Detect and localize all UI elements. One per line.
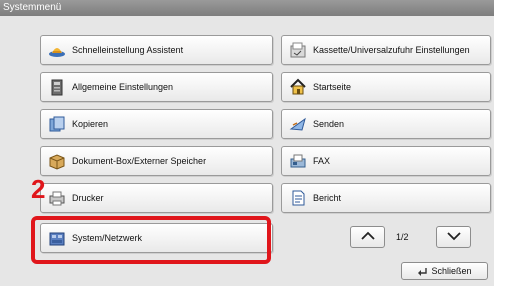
menu-button-label: Dokument-Box/Externer Speicher <box>72 156 207 166</box>
menu-button-send[interactable]: Senden <box>281 109 491 139</box>
home-icon <box>289 78 307 96</box>
menu-button-label: Kopieren <box>72 119 109 129</box>
window-title: Systemmenü <box>0 0 494 16</box>
chevron-down-icon <box>446 228 462 246</box>
report-icon <box>289 189 307 207</box>
menu-button-label: Allgemeine Einstellungen <box>72 82 174 92</box>
close-button-label: Schließen <box>431 266 472 276</box>
send-icon <box>289 115 307 133</box>
menu-button-document-box[interactable]: Dokument-Box/Externer Speicher <box>40 146 273 176</box>
menu-button-label: Senden <box>313 119 345 129</box>
close-button[interactable]: Schließen <box>401 262 488 280</box>
step-number: 2 <box>31 174 46 204</box>
printer-icon <box>48 189 66 207</box>
menu-button-label: Bericht <box>313 193 342 203</box>
fax-icon <box>289 152 307 170</box>
menu-button-label: Drucker <box>72 193 104 203</box>
menu-button-printer[interactable]: Drucker <box>40 183 273 213</box>
menu-button-cassette-settings[interactable]: Kassette/Universalzufuhr Einstellungen <box>281 35 491 65</box>
menu-button-label: FAX <box>313 156 331 166</box>
paper-tray-icon <box>289 41 307 59</box>
printer-settings-icon <box>48 78 66 96</box>
page-indicator: 1/2 <box>396 232 409 242</box>
copy-icon <box>48 115 66 133</box>
menu-button-home[interactable]: Startseite <box>281 72 491 102</box>
page-down-button[interactable] <box>436 226 471 248</box>
menu-button-quick-setup-wizard[interactable]: Schnelleinstellung Assistent <box>40 35 273 65</box>
step-highlight-box <box>31 216 271 264</box>
hat-icon <box>48 41 66 59</box>
menu-button-label: Kassette/Universalzufuhr Einstellungen <box>313 45 470 55</box>
menu-button-label: Startseite <box>313 82 352 92</box>
return-icon <box>417 267 428 276</box>
menu-button-general-settings[interactable]: Allgemeine Einstellungen <box>40 72 273 102</box>
chevron-up-icon <box>360 228 376 246</box>
menu-button-report[interactable]: Bericht <box>281 183 491 213</box>
menu-button-fax[interactable]: FAX <box>281 146 491 176</box>
document-box-icon <box>48 152 66 170</box>
page-up-button[interactable] <box>350 226 385 248</box>
menu-button-copy[interactable]: Kopieren <box>40 109 273 139</box>
menu-button-label: Schnelleinstellung Assistent <box>72 45 184 55</box>
